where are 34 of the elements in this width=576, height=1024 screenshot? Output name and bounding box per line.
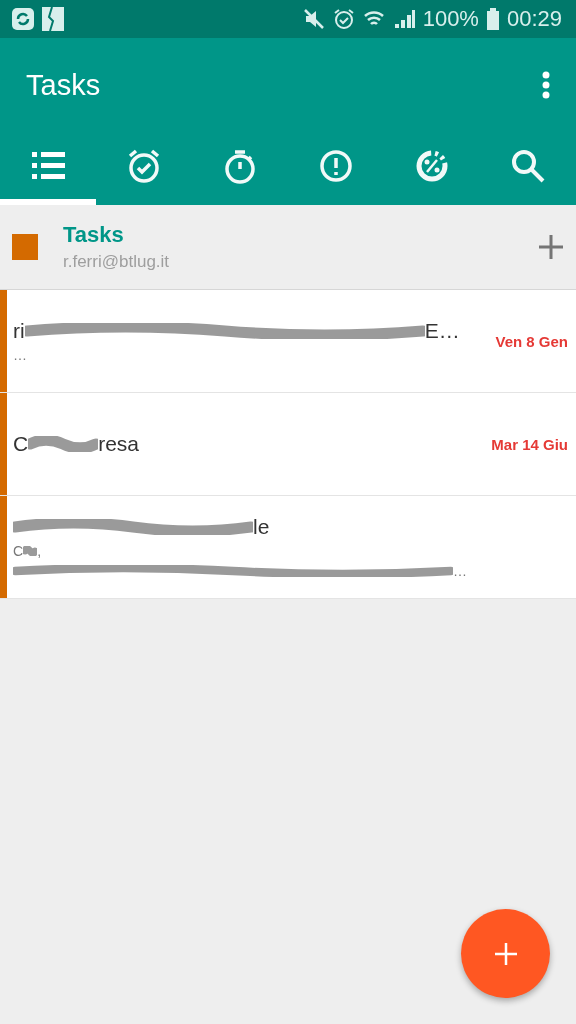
- task-note-end: …: [453, 563, 467, 579]
- search-icon: [510, 147, 546, 184]
- task-card[interactable]: C resa Mar 14 Giu: [0, 393, 576, 496]
- task-title-start: C: [13, 432, 29, 456]
- more-options-icon[interactable]: [542, 71, 550, 99]
- redaction-scribble: [28, 436, 99, 452]
- task-note-start: C: [13, 543, 24, 559]
- list-title: Tasks: [63, 222, 125, 248]
- plus-icon: [493, 941, 518, 966]
- alarm-icon: [332, 8, 355, 30]
- battery-icon: [486, 8, 499, 30]
- account-email: r.ferri@btlug.it: [63, 252, 171, 272]
- task-note-mid: ,: [37, 543, 41, 559]
- task-title-end: resa: [98, 432, 140, 456]
- clock-time: 00:29: [506, 6, 562, 32]
- redaction-scribble: [23, 546, 38, 556]
- muted-speaker-icon: [302, 8, 325, 30]
- add-icon[interactable]: [538, 234, 564, 260]
- add-task-button[interactable]: [461, 909, 550, 998]
- sync-icon: [12, 8, 34, 30]
- exclamation-icon: [318, 147, 354, 184]
- due-date: Mar 14 Giu: [491, 435, 569, 453]
- task-note-start: …: [13, 347, 27, 363]
- alarm-check-icon: [126, 147, 162, 184]
- task-title-start: ri: [13, 319, 25, 343]
- task-card[interactable]: ri E… … Ven 8 Gen: [0, 290, 576, 393]
- app-title: Tasks: [26, 68, 102, 102]
- task-title-end: le: [253, 515, 270, 539]
- task-title-end: E…: [424, 319, 460, 343]
- due-date: Ven 8 Gen: [495, 332, 569, 350]
- task-card[interactable]: le C , …: [0, 496, 576, 599]
- stopwatch-icon: [222, 147, 258, 184]
- battery-percent: 100%: [422, 6, 479, 32]
- signal-icon: [392, 8, 415, 30]
